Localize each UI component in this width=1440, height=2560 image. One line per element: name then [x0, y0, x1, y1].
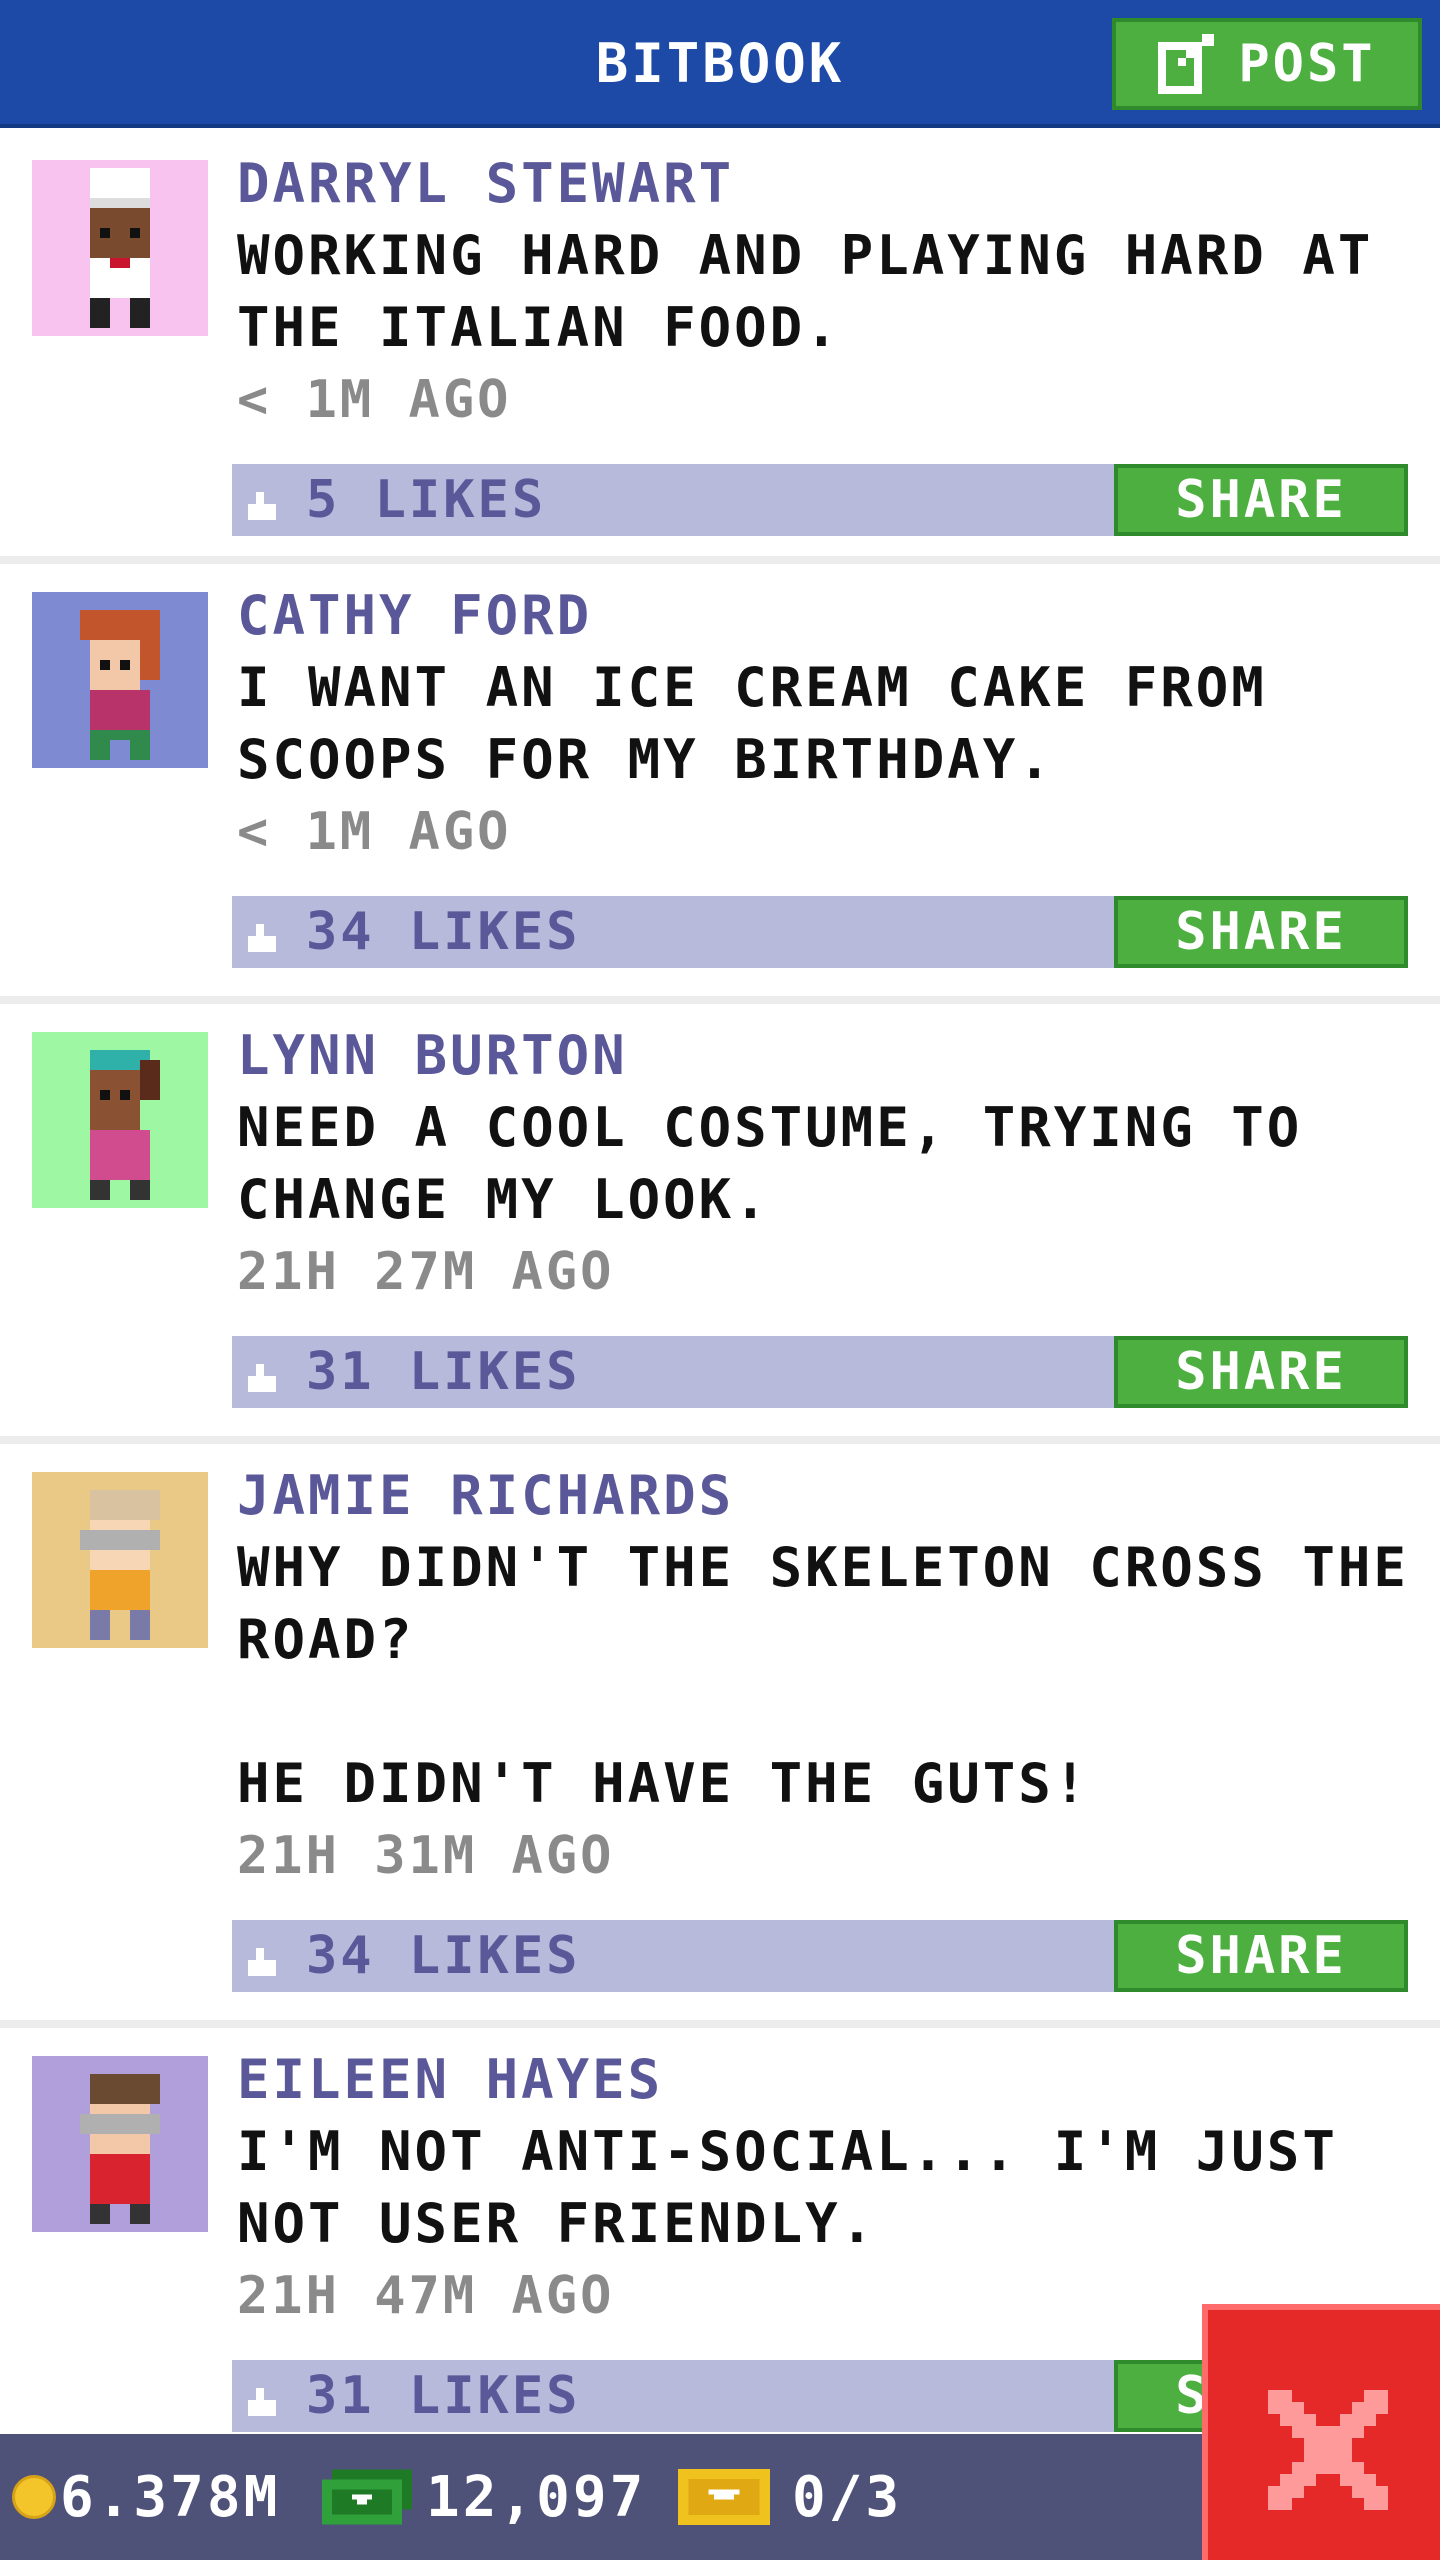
edit-icon: [1158, 34, 1215, 94]
like-count[interactable]: 34 LIKES: [306, 1920, 580, 1992]
post-author[interactable]: LYNN BURTON: [237, 1020, 1410, 1092]
post-time: 21H 27M AGO: [237, 1242, 615, 1302]
coin-icon: [12, 2475, 56, 2519]
feed-post: CATHY FORD I WANT AN ICE CREAM CAKE FROM…: [0, 564, 1440, 1004]
like-bar: 31 LIKES SHARE: [232, 1336, 1408, 1408]
avatar: [32, 592, 208, 768]
post-message: I'M NOT ANTI-SOCIAL... I'M JUST NOT USER…: [237, 2120, 1338, 2255]
post-button-label: POST: [1238, 34, 1376, 94]
like-bar: 34 LIKES SHARE: [232, 896, 1408, 968]
like-count[interactable]: 5 LIKES: [306, 464, 546, 536]
post-time: < 1M AGO: [237, 802, 512, 862]
post-content: DARRYL STEWART WORKING HARD AND PLAYING …: [237, 132, 1410, 436]
post-author[interactable]: JAMIE RICHARDS: [237, 1460, 1410, 1532]
feed-post: JAMIE RICHARDS WHY DIDN'T THE SKELETON C…: [0, 1444, 1440, 2028]
thumbs-up-icon: [248, 492, 276, 520]
avatar: [32, 1472, 208, 1648]
post-time: < 1M AGO: [237, 370, 512, 430]
post-time: 21H 31M AGO: [237, 1826, 615, 1886]
avatar: [32, 2056, 208, 2232]
avatar: [32, 160, 208, 336]
coins-value: 6.378M: [60, 2464, 281, 2530]
share-button[interactable]: SHARE: [1114, 1336, 1408, 1408]
feed-post: LYNN BURTON NEED A COOL COSTUME, TRYING …: [0, 1004, 1440, 1444]
close-icon: [1268, 2390, 1388, 2510]
like-bar: 5 LIKES SHARE: [232, 464, 1408, 536]
thumbs-up-icon: [248, 1364, 276, 1392]
post-author[interactable]: CATHY FORD: [237, 580, 1410, 652]
post-content: EILEEN HAYES I'M NOT ANTI-SOCIAL... I'M …: [237, 2028, 1410, 2332]
like-count[interactable]: 31 LIKES: [306, 1336, 580, 1408]
post-author[interactable]: DARRYL STEWART: [237, 148, 1410, 220]
avatar: [32, 1032, 208, 1208]
post-message: I WANT AN ICE CREAM CAKE FROM SCOOPS FOR…: [237, 656, 1267, 791]
tickets-value: 0/3: [792, 2464, 903, 2530]
share-button[interactable]: SHARE: [1114, 1920, 1408, 1992]
like-count[interactable]: 31 LIKES: [306, 2360, 580, 2432]
like-bar: 34 LIKES SHARE: [232, 1920, 1408, 1992]
top-bar: BITBOOK POST: [0, 0, 1440, 128]
share-button[interactable]: SHARE: [1114, 464, 1408, 536]
feed-list: DARRYL STEWART WORKING HARD AND PLAYING …: [0, 132, 1440, 2468]
share-button[interactable]: SHARE: [1114, 896, 1408, 968]
feed-post: DARRYL STEWART WORKING HARD AND PLAYING …: [0, 132, 1440, 564]
thumbs-up-icon: [248, 924, 276, 952]
cash-icon: [322, 2469, 412, 2525]
bux-value: 12,097: [426, 2464, 647, 2530]
post-content: JAMIE RICHARDS WHY DIDN'T THE SKELETON C…: [237, 1444, 1410, 1892]
post-message: NEED A COOL COSTUME, TRYING TO CHANGE MY…: [237, 1096, 1303, 1231]
tickets-stat: 0/3: [678, 2434, 902, 2560]
coins-stat: 6.378M: [12, 2434, 280, 2560]
thumbs-up-icon: [248, 2388, 276, 2416]
post-button[interactable]: POST: [1112, 18, 1422, 110]
bux-stat: 12,097: [322, 2434, 646, 2560]
post-message: WORKING HARD AND PLAYING HARD AT THE ITA…: [237, 224, 1374, 359]
post-author[interactable]: EILEEN HAYES: [237, 2044, 1410, 2116]
like-count[interactable]: 34 LIKES: [306, 896, 580, 968]
post-message: WHY DIDN'T THE SKELETON CROSS THE ROAD? …: [237, 1536, 1409, 1815]
thumbs-up-icon: [248, 1948, 276, 1976]
ticket-icon: [678, 2469, 770, 2525]
close-button[interactable]: [1202, 2304, 1440, 2560]
post-content: CATHY FORD I WANT AN ICE CREAM CAKE FROM…: [237, 564, 1410, 868]
post-content: LYNN BURTON NEED A COOL COSTUME, TRYING …: [237, 1004, 1410, 1308]
